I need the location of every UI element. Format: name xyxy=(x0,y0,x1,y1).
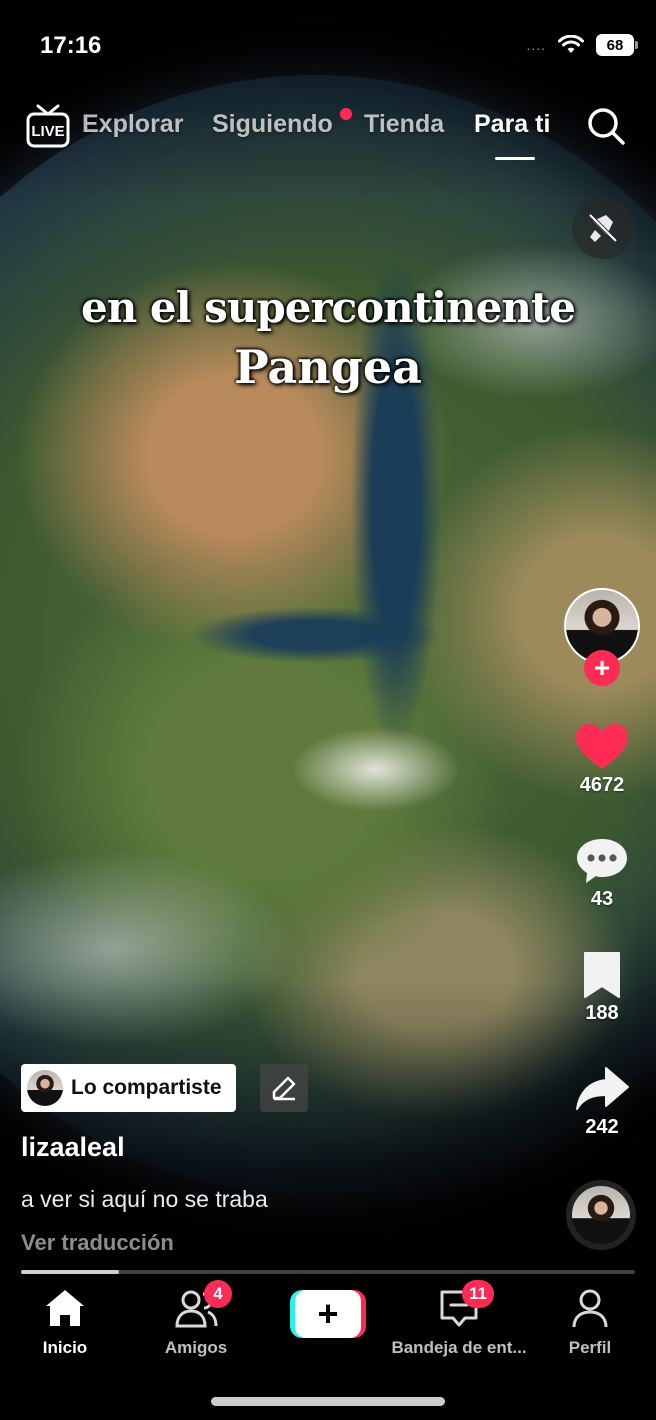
live-tv-icon: LIVE xyxy=(26,104,70,148)
video-progress-bar[interactable] xyxy=(21,1270,635,1274)
plus-icon: + xyxy=(295,1290,361,1338)
status-time: 17:16 xyxy=(40,32,102,59)
comment-button[interactable]: 43 xyxy=(566,836,638,911)
post-description: a ver si aquí no se traba xyxy=(21,1186,268,1212)
bookmark-count: 188 xyxy=(585,1002,619,1024)
comment-count: 43 xyxy=(590,888,614,910)
comment-bubble-icon xyxy=(577,839,627,883)
nav-home-label: Inicio xyxy=(42,1338,88,1357)
nav-inbox[interactable]: Bandeja de ent... xyxy=(389,1286,529,1358)
video-progress-fill xyxy=(21,1270,120,1274)
translate-link[interactable]: Ver traducción xyxy=(21,1230,174,1256)
live-label: LIVE xyxy=(31,123,64,140)
nav-profile-label: Perfil xyxy=(568,1338,612,1357)
shared-badge[interactable]: Lo compartiste xyxy=(21,1064,236,1112)
brush-off-icon xyxy=(588,213,618,243)
cellular-signal-icon: .... xyxy=(526,37,546,53)
search-button[interactable] xyxy=(586,106,626,146)
battery-indicator: 68 xyxy=(596,34,638,56)
wifi-icon xyxy=(558,35,584,53)
username[interactable]: lizaaleal xyxy=(21,1132,125,1163)
follow-plus-icon[interactable]: + xyxy=(584,650,620,686)
bookmark-button[interactable]: 188 xyxy=(566,950,638,1025)
siguiendo-notification-dot xyxy=(340,108,352,120)
nav-home[interactable]: Inicio xyxy=(0,1286,135,1358)
nav-inbox-label: Bandeja de ent... xyxy=(391,1338,527,1357)
top-gradient xyxy=(0,0,656,200)
tab-siguiendo[interactable]: Siguiendo xyxy=(212,110,333,139)
bottom-gradient xyxy=(0,980,656,1272)
share-count: 242 xyxy=(585,1116,619,1138)
tab-explorar[interactable]: Explorar xyxy=(82,110,183,139)
create-button[interactable]: + xyxy=(290,1290,366,1338)
video-caption-line1: en el supercontinente xyxy=(81,283,576,332)
status-icons: .... 68 xyxy=(526,34,638,56)
share-button[interactable]: 242 xyxy=(566,1064,638,1139)
active-tab-indicator xyxy=(495,157,535,160)
nav-profile[interactable]: Perfil xyxy=(520,1286,656,1358)
nav-friends[interactable]: Amigos xyxy=(126,1286,266,1358)
tab-para-ti[interactable]: Para ti xyxy=(474,110,550,139)
video-caption-line2: Pangea xyxy=(234,340,422,394)
creator-avatar-button[interactable]: + xyxy=(564,588,640,686)
shared-label: Lo compartiste xyxy=(71,1076,222,1099)
bookmark-icon xyxy=(584,952,620,998)
tab-tienda[interactable]: Tienda xyxy=(364,110,444,139)
like-button[interactable]: 4672 xyxy=(566,722,638,797)
search-icon xyxy=(588,108,625,145)
live-button[interactable]: LIVE xyxy=(26,104,70,148)
profile-icon xyxy=(572,1289,608,1328)
nav-friends-label: Amigos xyxy=(164,1338,228,1357)
home-indicator[interactable] xyxy=(211,1397,445,1406)
friends-badge: 4 xyxy=(204,1280,232,1308)
home-icon xyxy=(46,1290,84,1326)
music-disc-avatar[interactable] xyxy=(566,1180,636,1250)
shared-avatar xyxy=(27,1070,63,1106)
share-arrow-icon xyxy=(576,1067,629,1110)
like-count: 4672 xyxy=(579,774,625,796)
inbox-badge: 11 xyxy=(462,1280,494,1308)
clear-mode-button[interactable] xyxy=(572,197,634,259)
heart-icon xyxy=(576,724,628,769)
pencil-icon xyxy=(272,1076,296,1101)
edit-share-button[interactable] xyxy=(260,1064,308,1112)
